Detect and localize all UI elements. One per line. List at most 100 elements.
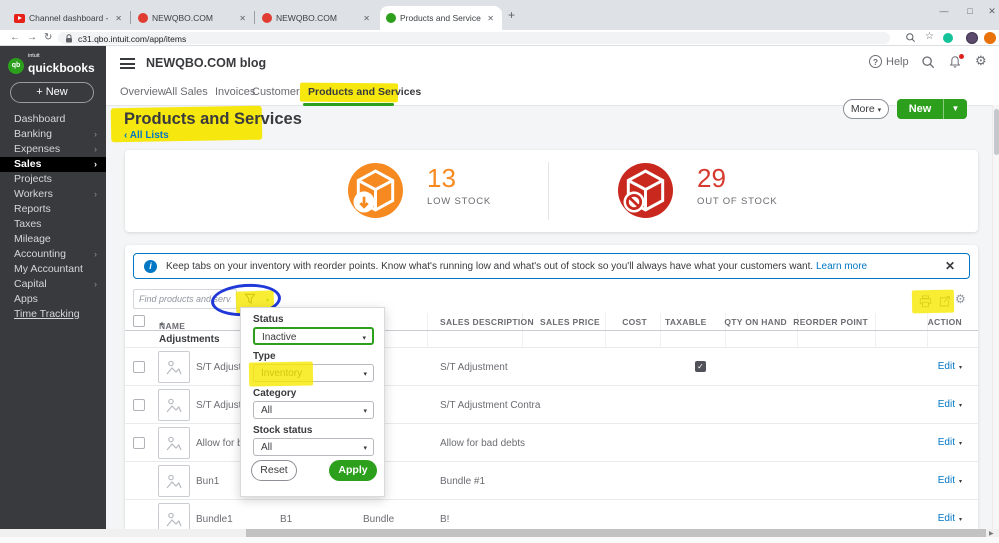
avatar[interactable]: [966, 32, 978, 44]
notification-dot: [959, 54, 964, 59]
new-tab-button[interactable]: +: [508, 8, 515, 22]
sidebar-item-projects[interactable]: Projects: [0, 172, 106, 187]
horizontal-scrollbar[interactable]: ▶: [0, 529, 999, 537]
tab-all-sales[interactable]: All Sales: [165, 86, 208, 98]
tab-close-icon[interactable]: ✕: [485, 14, 496, 23]
column-header-sales-price[interactable]: SALES PRICE: [540, 317, 600, 327]
reset-button[interactable]: Reset: [251, 460, 297, 481]
edit-button[interactable]: Edit ▾: [938, 513, 962, 524]
gear-icon[interactable]: ⚙: [975, 53, 987, 69]
quickbooks-app: qb intuit quickbooks + New Dashboard Ban…: [0, 46, 999, 529]
product-image-placeholder: [158, 389, 190, 421]
youtube-icon: [14, 13, 25, 23]
help-button[interactable]: ? Help: [869, 55, 909, 68]
caret-down-icon[interactable]: ▼: [943, 99, 967, 119]
low-stock-icon[interactable]: [348, 163, 403, 218]
all-lists-link[interactable]: ‹ All Lists: [124, 130, 169, 141]
row-checkbox[interactable]: [133, 361, 145, 373]
learn-more-link[interactable]: Learn more: [816, 261, 867, 272]
window-minimize-button[interactable]: —: [933, 2, 955, 20]
sidebar-item-accounting[interactable]: Accounting ›: [0, 247, 106, 262]
out-of-stock-label: OUT OF STOCK: [697, 196, 778, 207]
sidebar-item-my-accountant[interactable]: My Accountant: [0, 262, 106, 277]
main-content: NEWQBO.COM blog ? Help ⚙ Overview All Sa…: [106, 46, 999, 529]
tab-customers[interactable]: Customers: [252, 86, 305, 98]
column-header-qty-on-hand[interactable]: QTY ON HAND: [724, 317, 787, 327]
sales-description: S/T Adjustment: [440, 362, 508, 373]
forward-icon[interactable]: →: [27, 32, 37, 43]
scroll-right-arrow[interactable]: ▶: [989, 530, 994, 537]
row-checkbox[interactable]: [133, 437, 145, 449]
window-maximize-button[interactable]: □: [959, 2, 981, 20]
caret-down-icon: ▾: [362, 335, 366, 342]
caret-down-icon[interactable]: ▾: [959, 403, 962, 409]
column-header-sales-description[interactable]: SALES DESCRIPTION: [440, 317, 534, 327]
sidebar-item-taxes[interactable]: Taxes: [0, 217, 106, 232]
hamburger-menu-icon[interactable]: [120, 58, 135, 72]
scrollbar-thumb[interactable]: [246, 529, 986, 537]
sidebar-item-sales[interactable]: Sales ›: [0, 157, 106, 172]
stock-status-select[interactable]: All ▾: [253, 438, 374, 456]
new-item-button[interactable]: New ▼: [897, 99, 967, 119]
select-all-checkbox[interactable]: [133, 315, 145, 327]
zoom-icon[interactable]: [905, 32, 916, 43]
column-header-taxable[interactable]: TAXABLE: [665, 317, 707, 327]
column-header-cost[interactable]: COST: [622, 317, 647, 327]
window-close-button[interactable]: ✕: [981, 2, 999, 20]
tab-close-icon[interactable]: ✕: [237, 14, 248, 23]
edit-button[interactable]: Edit ▾: [938, 475, 962, 486]
row-checkbox[interactable]: [133, 399, 145, 411]
tab-close-icon[interactable]: ✕: [361, 14, 372, 23]
brand-quickbooks: quickbooks: [28, 61, 95, 75]
more-button[interactable]: More ▾: [843, 99, 889, 119]
caret-down-icon[interactable]: ▾: [959, 365, 962, 371]
sidebar-new-button[interactable]: + New: [10, 82, 94, 103]
address-bar[interactable]: c31.qbo.intuit.com/app/items: [58, 32, 890, 44]
tab-overview[interactable]: Overview: [120, 86, 166, 98]
bookmark-star-icon[interactable]: ☆: [925, 31, 934, 42]
category-select[interactable]: All ▾: [253, 401, 374, 419]
column-header-reorder-point[interactable]: REORDER POINT: [793, 317, 868, 327]
scrollbar-thumb[interactable]: [994, 109, 999, 155]
sidebar-item-capital[interactable]: Capital ›: [0, 277, 106, 292]
sidebar-item-dashboard[interactable]: Dashboard: [0, 112, 106, 127]
edit-button[interactable]: Edit ▾: [938, 399, 962, 410]
sidebar-item-time-tracking[interactable]: Time Tracking: [0, 307, 106, 322]
tab-invoices[interactable]: Invoices: [215, 86, 255, 98]
tab-close-icon[interactable]: ✕: [113, 14, 124, 23]
product-image-placeholder: [158, 427, 190, 459]
tab-products-and-services[interactable]: Products and Services: [308, 86, 421, 98]
product-image-placeholder: [158, 503, 190, 529]
category-label: Category: [253, 388, 297, 399]
sidebar-item-workers[interactable]: Workers ›: [0, 187, 106, 202]
browser-tab-newqbo-2[interactable]: NEWQBO.COM ✕: [256, 6, 378, 30]
status-select[interactable]: Inactive ▾: [253, 327, 374, 345]
sidebar-item-expenses[interactable]: Expenses ›: [0, 142, 106, 157]
sidebar-item-reports[interactable]: Reports: [0, 202, 106, 217]
edit-button[interactable]: Edit ▾: [938, 437, 962, 448]
caret-down-icon[interactable]: ▾: [959, 441, 962, 447]
taxable-checked-checkbox[interactable]: ✓: [695, 361, 706, 372]
low-stock-value: 13: [427, 163, 456, 193]
edit-button[interactable]: Edit ▾: [938, 361, 962, 372]
browser-tab-youtube[interactable]: Channel dashboard - YouTube S ✕: [8, 6, 130, 30]
search-icon[interactable]: [921, 55, 935, 69]
apply-button[interactable]: Apply: [329, 460, 377, 481]
sales-description: Bundle #1: [440, 476, 486, 487]
sidebar-item-banking[interactable]: Banking ›: [0, 127, 106, 142]
chevron-right-icon: ›: [94, 189, 97, 199]
browser-tab-active[interactable]: Products and Services ✕: [380, 6, 502, 30]
close-icon[interactable]: ✕: [945, 259, 955, 273]
extension-icon[interactable]: [943, 33, 953, 43]
out-of-stock-icon[interactable]: [618, 163, 673, 218]
caret-down-icon[interactable]: ▾: [959, 517, 962, 523]
sidebar-item-mileage[interactable]: Mileage: [0, 232, 106, 247]
caret-down-icon[interactable]: ▾: [959, 479, 962, 485]
refresh-icon[interactable]: ↻: [44, 32, 52, 43]
sidebar-item-apps[interactable]: Apps: [0, 292, 106, 307]
browser-tab-newqbo-1[interactable]: NEWQBO.COM ✕: [132, 6, 254, 30]
back-icon[interactable]: ←: [10, 32, 20, 43]
table-settings-icon[interactable]: ⚙: [955, 292, 966, 306]
profile-icon[interactable]: [984, 32, 996, 44]
vertical-scrollbar[interactable]: [992, 105, 999, 529]
